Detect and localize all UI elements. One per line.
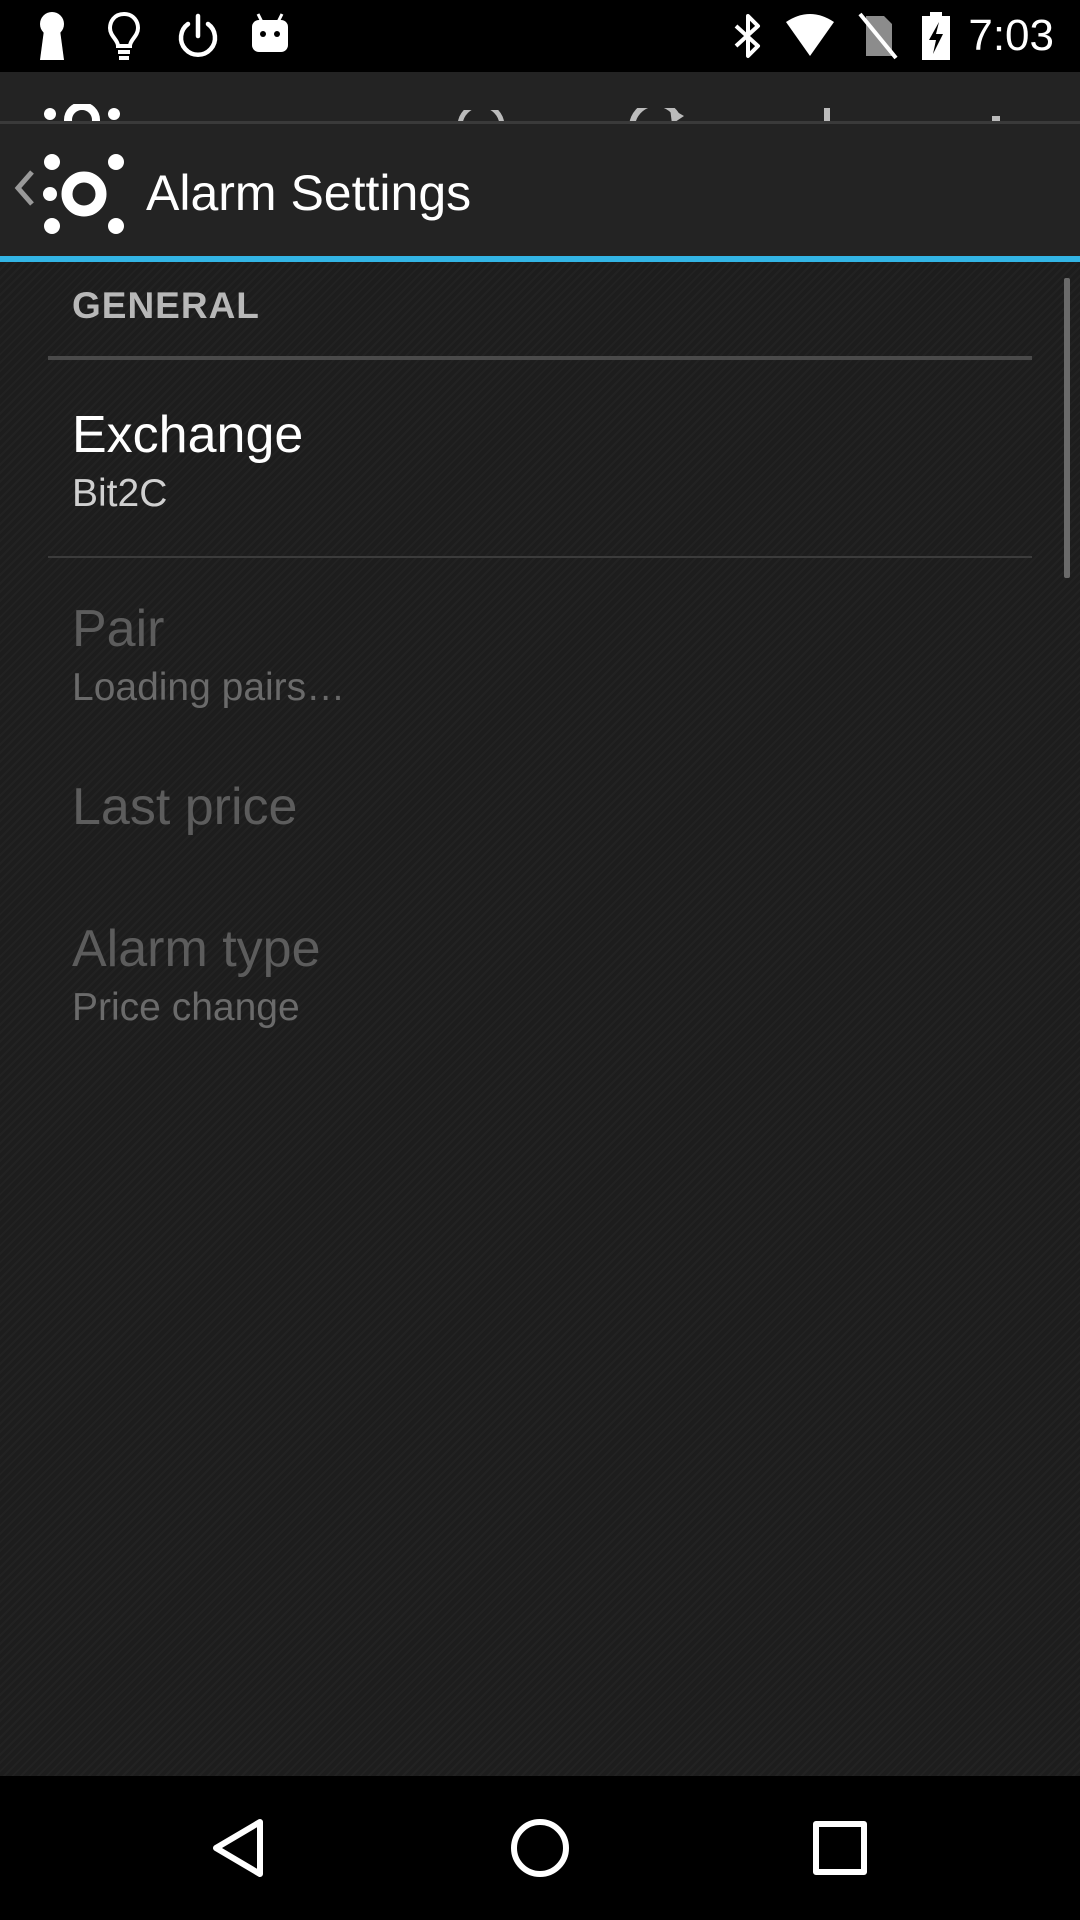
recents-icon[interactable] <box>800 1808 880 1888</box>
pref-exchange-summary: Bit2C <box>72 472 168 515</box>
category-header-general: GENERAL <box>72 285 260 326</box>
no-sim-icon <box>858 12 898 60</box>
app-logo-icon <box>43 154 124 234</box>
scrollbar[interactable] <box>1064 278 1070 578</box>
status-bar: 7:03 <box>0 0 1080 72</box>
page-title: Alarm Settings <box>146 165 472 221</box>
pref-last-price-title: Last price <box>72 778 298 836</box>
background-action-bar <box>0 72 1080 124</box>
pref-alarm-type-summary: Price change <box>72 986 300 1029</box>
action-bar-accent-line <box>0 256 1080 262</box>
bluetooth-icon <box>734 14 760 58</box>
settings-screen: Alarm Settings GENERAL Exchange Bit2C Pa… <box>0 124 1080 1776</box>
status-time: 7:03 <box>968 11 1054 60</box>
lightbulb-icon <box>107 11 141 60</box>
navigation-bar <box>0 1776 1080 1920</box>
pref-last-price: Last price <box>0 734 1060 874</box>
pref-pair: Pair Loading pairs… <box>0 558 1060 734</box>
pref-pair-title: Pair <box>72 600 165 658</box>
android-icon <box>252 13 288 52</box>
pref-alarm-type-title: Alarm type <box>72 920 321 978</box>
home-icon[interactable] <box>500 1808 580 1888</box>
up-navigation[interactable] <box>0 124 130 256</box>
wifi-icon <box>786 14 834 56</box>
pref-exchange-title: Exchange <box>72 406 304 464</box>
pref-exchange[interactable]: Exchange Bit2C <box>0 360 1060 556</box>
screen: 7:03 Alarm Settings GENERAL Exchange Bit… <box>0 0 1080 1920</box>
keyhole-icon <box>40 12 64 60</box>
pref-pair-summary: Loading pairs… <box>72 666 346 709</box>
up-caret-icon <box>14 170 34 206</box>
action-bar: Alarm Settings <box>0 124 1080 262</box>
pref-alarm-type: Alarm type Price change <box>0 874 1060 1064</box>
power-icon <box>178 13 218 57</box>
battery-charging-icon <box>922 12 950 60</box>
back-icon[interactable] <box>200 1808 280 1888</box>
